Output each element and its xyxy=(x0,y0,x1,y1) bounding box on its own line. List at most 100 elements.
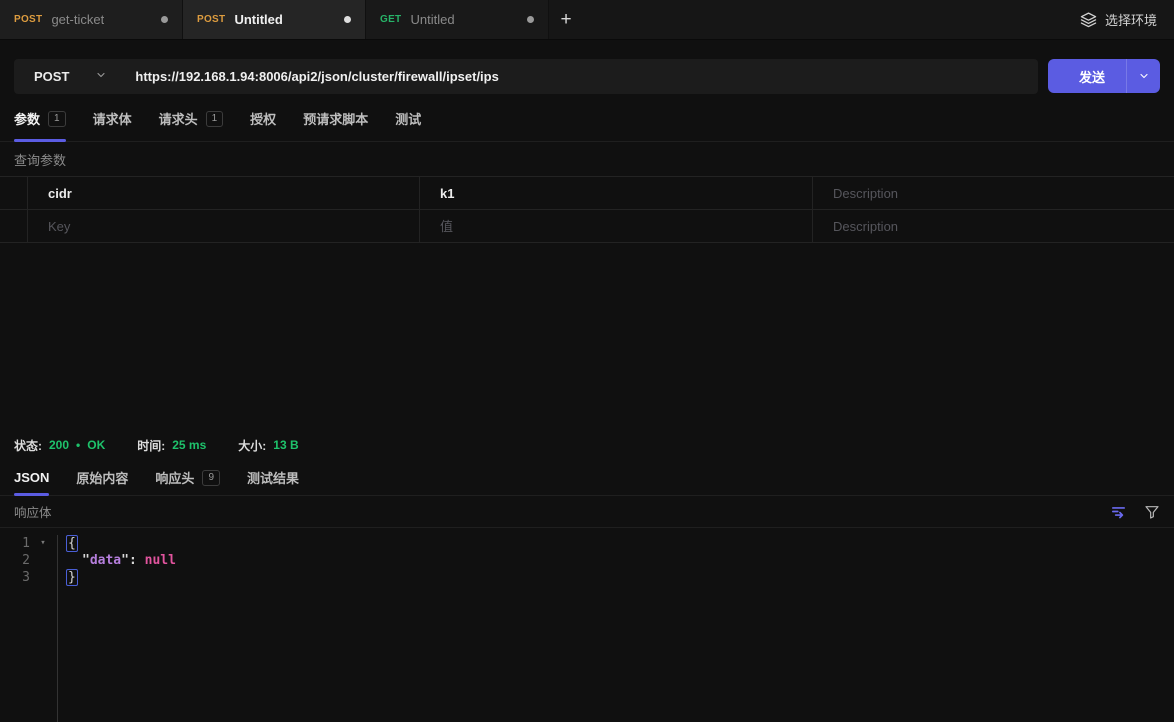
response-headers-count-badge: 9 xyxy=(202,469,220,486)
tab-label: 参数 xyxy=(14,112,41,127)
param-description-input[interactable] xyxy=(833,218,1174,234)
time-value: 25 ms xyxy=(172,438,207,452)
request-tab-get-ticket[interactable]: POST get-ticket xyxy=(0,0,183,39)
line-number-gutter: 1 ▾ 2 3 xyxy=(0,535,58,722)
param-value-cell xyxy=(420,177,813,209)
send-button[interactable]: 发送 xyxy=(1048,59,1160,93)
tab-auth[interactable]: 授权 xyxy=(250,96,276,141)
response-body-editor[interactable]: 1 ▾ 2 3 { "data": null } xyxy=(0,528,1174,722)
status-text: OK xyxy=(87,438,106,452)
open-brace: { xyxy=(66,535,78,552)
size-value: 13 B xyxy=(273,438,299,452)
tab-headers[interactable]: 请求头 1 xyxy=(159,96,224,141)
tab-label: 请求体 xyxy=(92,112,132,127)
request-tab-title: get-ticket xyxy=(51,12,105,27)
line-number: 1 xyxy=(22,536,30,551)
tab-tests[interactable]: 测试 xyxy=(395,96,421,141)
method-label: GET xyxy=(380,14,402,25)
param-key-cell xyxy=(28,177,420,209)
size-label: 大小: xyxy=(238,438,267,453)
url-bar: POST xyxy=(14,59,1038,94)
time-label: 时间: xyxy=(137,438,166,453)
request-tab-untitled-get[interactable]: GET Untitled xyxy=(366,0,549,39)
close-brace: } xyxy=(66,569,78,586)
tab-label: 授权 xyxy=(250,112,277,127)
params-count-badge: 1 xyxy=(48,110,66,127)
filter-icon[interactable] xyxy=(1144,504,1160,520)
environment-selector[interactable]: 选择环境 xyxy=(1063,0,1174,39)
param-key-input[interactable] xyxy=(48,218,419,234)
param-value-input[interactable] xyxy=(440,185,812,201)
param-description-cell xyxy=(813,177,1174,209)
json-key: data xyxy=(89,553,122,568)
tab-params[interactable]: 参数 1 xyxy=(14,96,66,142)
request-tab-title: Untitled xyxy=(410,12,455,27)
query-params-label: 查询参数 xyxy=(14,152,67,168)
colon: : xyxy=(128,553,145,568)
quote: " xyxy=(121,553,129,568)
response-body-header: 响应体 xyxy=(0,496,1174,528)
send-button-label: 发送 xyxy=(1078,69,1105,85)
url-row: POST 发送 xyxy=(14,59,1160,94)
request-tab-untitled-post[interactable]: POST Untitled xyxy=(183,0,366,39)
tab-response-headers[interactable]: 响应头 9 xyxy=(155,460,220,495)
param-row xyxy=(0,177,1174,210)
param-description-cell xyxy=(813,210,1174,242)
chevron-down-icon xyxy=(95,69,107,84)
query-params-table xyxy=(0,176,1174,243)
response-body-label: 响应体 xyxy=(14,506,52,520)
request-tab-bar: POST get-ticket POST Untitled GET Untitl… xyxy=(0,0,1174,40)
param-key-input[interactable] xyxy=(48,185,419,201)
format-code-icon[interactable] xyxy=(1110,503,1127,520)
unsaved-dot xyxy=(161,16,168,23)
param-value-input[interactable] xyxy=(440,218,812,234)
quote: " xyxy=(82,553,90,568)
code-line: "data": null xyxy=(66,552,176,569)
json-value-null: null xyxy=(144,553,176,568)
tab-test-results[interactable]: 测试结果 xyxy=(247,460,299,495)
status-label: 状态: xyxy=(14,438,42,453)
empty-space xyxy=(0,243,1174,430)
tab-label: JSON xyxy=(14,470,50,485)
response-tabs: JSON 原始内容 响应头 9 测试结果 xyxy=(0,460,1174,496)
unsaved-dot xyxy=(527,16,534,23)
request-tab-title: Untitled xyxy=(234,12,283,27)
param-value-cell xyxy=(420,210,813,242)
param-row-empty xyxy=(0,210,1174,243)
new-tab-button[interactable]: + xyxy=(549,0,583,39)
tab-response-json[interactable]: JSON xyxy=(14,460,50,496)
method-dropdown-value: POST xyxy=(34,69,70,84)
unsaved-dot xyxy=(344,16,351,23)
status-bullet: • xyxy=(76,438,81,452)
tab-label: 预请求脚本 xyxy=(303,112,369,127)
code-line: } xyxy=(66,569,176,586)
tab-label: 请求头 xyxy=(158,112,198,127)
line-number: 3 xyxy=(22,570,30,585)
request-config-tabs: 参数 1 请求体 请求头 1 授权 预请求脚本 测试 xyxy=(0,96,1174,142)
tab-pre-request-script[interactable]: 预请求脚本 xyxy=(303,96,368,141)
json-code[interactable]: { "data": null } xyxy=(58,535,176,722)
headers-count-badge: 1 xyxy=(205,110,224,127)
method-label: POST xyxy=(14,14,43,25)
response-status-bar: 状态: 200 • OK 时间: 25 ms 大小: 13 B xyxy=(0,430,1174,460)
tab-label: 测试结果 xyxy=(247,471,300,486)
environment-selector-label: 选择环境 xyxy=(1104,13,1157,28)
line-number: 2 xyxy=(22,553,30,568)
method-label: POST xyxy=(197,14,226,25)
tab-response-raw[interactable]: 原始内容 xyxy=(76,460,128,495)
row-handle-cell[interactable] xyxy=(0,210,28,242)
param-key-cell xyxy=(28,210,420,242)
tab-body[interactable]: 请求体 xyxy=(93,96,132,141)
layers-icon xyxy=(1080,11,1097,28)
code-line: { xyxy=(66,535,176,552)
fold-arrow-icon[interactable]: ▾ xyxy=(30,535,56,552)
tab-label: 测试 xyxy=(395,112,422,127)
param-description-input[interactable] xyxy=(833,185,1174,201)
method-dropdown[interactable]: POST xyxy=(14,69,125,84)
url-input[interactable] xyxy=(135,69,1038,84)
tab-label: 响应头 xyxy=(155,471,195,486)
row-handle-cell[interactable] xyxy=(0,177,28,209)
tab-label: 原始内容 xyxy=(76,471,129,486)
status-code: 200 xyxy=(49,438,70,452)
send-options-caret[interactable] xyxy=(1126,59,1160,93)
